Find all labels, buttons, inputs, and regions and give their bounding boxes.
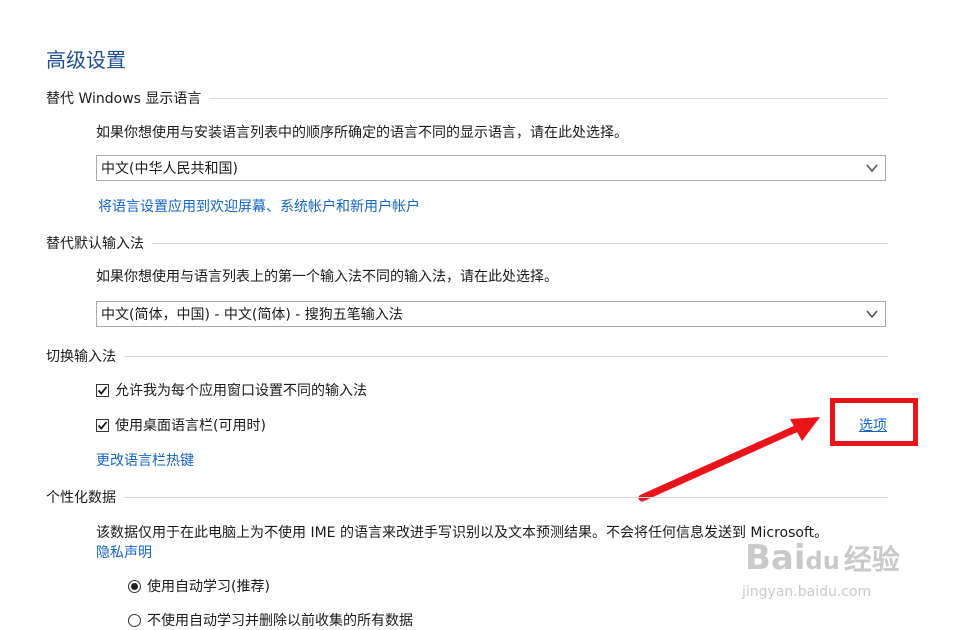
section-divider bbox=[152, 242, 888, 244]
auto-learning-radio-option[interactable]: 使用自动学习(推荐) bbox=[128, 576, 270, 596]
no-auto-learning-radio[interactable] bbox=[128, 613, 141, 627]
input-method-select[interactable]: 中文(简体，中国) - 中文(简体) - 搜狗五笔输入法 bbox=[96, 301, 886, 327]
section-divider bbox=[209, 97, 888, 99]
auto-learning-radio[interactable] bbox=[128, 579, 141, 593]
section-title: 替代默认输入法 bbox=[46, 236, 144, 252]
baidu-watermark-logo: Baidu 经验 bbox=[745, 538, 900, 578]
highlight-box bbox=[830, 398, 918, 446]
section-divider bbox=[124, 496, 888, 498]
per-app-input-label: 允许我为每个应用窗口设置不同的输入法 bbox=[115, 383, 367, 399]
section-header-switch-input: 切换输入法 bbox=[46, 346, 888, 366]
desktop-language-bar-option[interactable]: 使用桌面语言栏(可用时) bbox=[96, 415, 266, 435]
chevron-down-icon bbox=[866, 164, 878, 173]
section-header-input-method: 替代默认输入法 bbox=[46, 233, 888, 253]
per-app-input-method-option[interactable]: 允许我为每个应用窗口设置不同的输入法 bbox=[96, 380, 367, 400]
watermark-url: jingyan.baidu.com bbox=[742, 584, 872, 600]
checkmark-icon bbox=[97, 385, 108, 395]
apply-language-settings-link[interactable]: 将语言设置应用到欢迎屏幕、系统帐户和新用户帐户 bbox=[98, 196, 420, 216]
input-method-selected: 中文(简体，中国) - 中文(简体) - 搜狗五笔输入法 bbox=[101, 307, 403, 323]
watermark-brand: Bai bbox=[745, 538, 806, 578]
radio-selected-dot bbox=[131, 582, 138, 590]
no-auto-learning-radio-option[interactable]: 不使用自动学习并删除以前收集的所有数据 bbox=[128, 610, 413, 630]
section-header-personalization: 个性化数据 bbox=[46, 487, 888, 507]
desktop-language-bar-checkbox[interactable] bbox=[96, 418, 109, 432]
display-language-description: 如果你想使用与安装语言列表中的顺序所确定的语言不同的显示语言，请在此处选择。 bbox=[96, 125, 628, 141]
auto-learning-label: 使用自动学习(推荐) bbox=[147, 579, 270, 595]
privacy-statement-link[interactable]: 隐私声明 bbox=[96, 542, 152, 562]
page-title: 高级设置 bbox=[46, 48, 126, 72]
watermark-brand-cn: 经验 bbox=[843, 543, 900, 576]
desktop-language-bar-label: 使用桌面语言栏(可用时) bbox=[115, 418, 266, 434]
per-app-input-checkbox[interactable] bbox=[96, 383, 109, 397]
section-header-display-language: 替代 Windows 显示语言 bbox=[46, 88, 888, 108]
display-language-selected: 中文(中华人民共和国) bbox=[101, 161, 238, 177]
display-language-select[interactable]: 中文(中华人民共和国) bbox=[96, 155, 886, 181]
chevron-down-icon bbox=[866, 310, 878, 319]
change-hotkeys-link[interactable]: 更改语言栏热键 bbox=[96, 450, 194, 470]
no-auto-learning-label: 不使用自动学习并删除以前收集的所有数据 bbox=[147, 613, 413, 629]
checkmark-icon bbox=[97, 420, 108, 430]
section-title: 个性化数据 bbox=[46, 490, 116, 506]
section-title: 切换输入法 bbox=[46, 349, 116, 365]
section-title: 替代 Windows 显示语言 bbox=[46, 91, 202, 107]
section-divider bbox=[124, 355, 888, 357]
input-method-description: 如果你想使用与语言列表上的第一个输入法不同的输入法，请在此处选择。 bbox=[96, 269, 558, 285]
